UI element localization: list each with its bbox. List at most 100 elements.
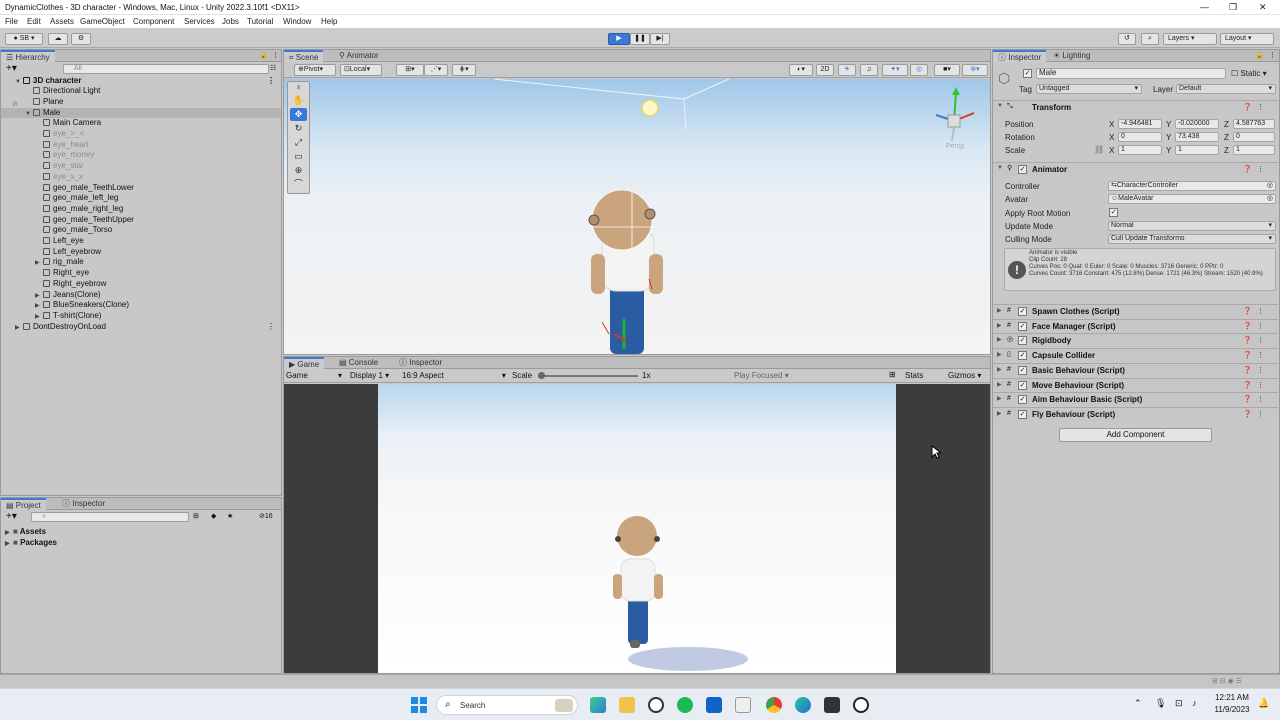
component-menu-icon[interactable]: ⋮ — [1257, 381, 1264, 389]
component-enabled-checkbox[interactable]: ✓ — [1018, 336, 1027, 346]
position-z-field[interactable]: 4.587763 — [1233, 119, 1275, 129]
layer-dropdown[interactable]: Default ▾ — [1176, 84, 1276, 94]
position-x-field[interactable]: -4.946481 — [1118, 119, 1162, 129]
stats-button[interactable]: Stats — [905, 371, 923, 380]
menu-assets[interactable]: Assets — [50, 17, 74, 26]
hierarchy-item[interactable]: geo_male_right_leg — [1, 204, 281, 215]
aspect-dropdown[interactable]: 16:9 Aspect ▾ — [402, 371, 506, 380]
help-icon[interactable]: ❓ — [1243, 410, 1252, 418]
taskbar-time[interactable]: 12:21 AM — [1210, 693, 1254, 702]
sun-icon[interactable] — [641, 99, 659, 117]
hierarchy-item[interactable]: ▶ Jeans(Clone) — [1, 290, 281, 301]
unity-icon[interactable] — [824, 697, 840, 713]
volume-icon[interactable]: ♪ — [1192, 698, 1197, 708]
component-header[interactable]: ▶ ◎ ✓ Rigidbody ❓ ⋮ — [993, 333, 1278, 348]
scene-menu-icon[interactable]: ⋮ — [267, 76, 275, 87]
hand-tool-icon[interactable]: ✋ — [290, 94, 307, 107]
tab-hierarchy[interactable]: ☰ Hierarchy — [1, 50, 55, 62]
add-component-button[interactable]: Add Component — [1059, 428, 1212, 442]
pivot-toggle[interactable]: ⊕Pivot▾ — [294, 64, 336, 76]
scene-menu-icon[interactable]: ⋮ — [267, 322, 275, 333]
tab-inspector-bottom[interactable]: ⓘ Inspector — [57, 498, 110, 510]
scene-viewport[interactable]: Persp ≡ ✋ ✥ ↻ ⤢ ▭ ⊕ ⌒ — [284, 79, 990, 354]
static-toggle[interactable]: ☐ Static ▾ — [1231, 69, 1267, 78]
help-icon[interactable]: ❓ — [1243, 366, 1252, 374]
tab-scene[interactable]: ⌗ Scene — [284, 50, 324, 62]
hierarchy-item[interactable]: Directional Light — [1, 86, 281, 97]
tag-dropdown[interactable]: Untagged ▾ — [1036, 84, 1142, 94]
photos-icon[interactable] — [735, 697, 751, 713]
fold-arrow-icon[interactable]: ▶ — [997, 366, 1002, 373]
folder-assets[interactable]: ▶ ■ Assets — [5, 527, 46, 538]
display-dropdown[interactable]: Display 1 ▾ — [350, 371, 389, 380]
tab-inspector-game[interactable]: ⓘ Inspector — [394, 357, 447, 369]
rotation-x-field[interactable]: 0 — [1118, 132, 1162, 142]
fold-arrow-icon[interactable]: ▼ — [997, 103, 1003, 109]
gizmos-icon[interactable]: ⊛▾ — [962, 64, 988, 76]
gizmos-dropdown[interactable]: Gizmos ▾ — [948, 371, 981, 380]
hierarchy-item[interactable]: geo_male_left_leg — [1, 193, 281, 204]
menu-window[interactable]: Window — [283, 17, 311, 26]
scale-tool-icon[interactable]: ⤢ — [290, 136, 307, 149]
component-header[interactable]: ▶ # ✓ Spawn Clothes (Script) ❓ ⋮ — [993, 304, 1278, 318]
fold-arrow-icon[interactable]: ▶ — [997, 395, 1002, 402]
hierarchy-item[interactable]: eye_star — [1, 161, 281, 172]
add-icon[interactable]: +▾ — [6, 63, 17, 74]
scale-z-field[interactable]: 1 — [1233, 145, 1275, 155]
rect-tool-icon[interactable]: ▭ — [290, 150, 307, 163]
taskbar-date[interactable]: 11/9/2023 — [1210, 705, 1254, 714]
fold-arrow-icon[interactable]: ▶ — [997, 381, 1002, 388]
notification-bell-icon[interactable]: 🔔 — [1258, 698, 1269, 709]
add-asset-icon[interactable]: +▾ — [6, 511, 17, 522]
rotate-tool-icon[interactable]: ↻ — [290, 122, 307, 135]
visibility-icon[interactable]: ⊘ — [12, 100, 18, 108]
windows-start-icon[interactable] — [411, 697, 427, 713]
hierarchy-item[interactable]: eye_money — [1, 150, 281, 161]
rotation-y-field[interactable]: 73.438 — [1175, 132, 1219, 142]
hierarchy-item[interactable]: ▼ Male — [1, 107, 281, 119]
shading-mode-icon[interactable]: ◐▾ — [789, 64, 813, 76]
controller-field[interactable]: ⇆CharacterController ◎ — [1108, 181, 1276, 191]
tab-game[interactable]: ▶ Game — [284, 357, 325, 369]
expand-arrow-icon[interactable]: ▶ — [15, 323, 23, 334]
grid-icon[interactable]: ⋕▾ — [452, 64, 476, 76]
menu-gameobject[interactable]: GameObject — [80, 17, 125, 26]
lighting-icon[interactable]: ☀ — [838, 64, 856, 76]
update-mode-dropdown[interactable]: Normal ▾ — [1108, 221, 1276, 231]
search-icon[interactable]: ⌕ — [1141, 33, 1159, 45]
help-icon[interactable]: ❓ — [1243, 322, 1252, 330]
layout-dropdown[interactable]: Layout ▾ — [1220, 33, 1274, 45]
audio-icon[interactable]: ♫ — [860, 64, 878, 76]
hierarchy-item[interactable]: ▶ BlueSneakers(Clone) — [1, 300, 281, 311]
move-tool-icon[interactable]: ✥ — [290, 108, 307, 121]
hierarchy-item[interactable]: ▶ DontDestroyOnLoad ⋮ — [1, 322, 281, 333]
scale-slider-track[interactable] — [538, 372, 638, 379]
component-menu-icon[interactable]: ⋮ — [1257, 336, 1264, 344]
app-icon[interactable] — [648, 697, 664, 713]
search-by-label-icon[interactable]: ◆ — [211, 512, 216, 520]
help-icon[interactable]: ❓ — [1243, 381, 1252, 389]
constrain-proportions-icon[interactable]: ⛓ — [1094, 145, 1104, 154]
hierarchy-search-input[interactable]: All — [63, 64, 269, 74]
toggle-2d-button[interactable]: 2D — [816, 64, 834, 76]
help-icon[interactable]: ❓ — [1243, 395, 1252, 403]
account-button[interactable]: ● SB ▾ — [5, 33, 43, 45]
hierarchy-item[interactable]: geo_male_Torso — [1, 225, 281, 236]
animator-header[interactable]: ▼ ⚲ ✓ Animator ❓ ⋮ — [993, 162, 1278, 176]
scale-slider-thumb[interactable] — [538, 372, 545, 379]
help-icon[interactable]: ❓ — [1243, 307, 1252, 315]
game-viewport[interactable] — [378, 384, 896, 673]
component-menu-icon[interactable]: ⋮ — [1257, 366, 1264, 374]
component-menu-icon[interactable]: ⋮ — [1257, 165, 1264, 173]
inspector-more-icon[interactable]: ⋮ — [1269, 51, 1276, 59]
grid-snap-icon[interactable]: ⊞▾ — [396, 64, 424, 76]
component-enabled-checkbox[interactable]: ✓ — [1018, 380, 1027, 390]
component-menu-icon[interactable]: ⋮ — [1257, 307, 1264, 315]
active-checkbox[interactable]: ✓ — [1023, 69, 1032, 78]
component-menu-icon[interactable]: ⋮ — [1257, 103, 1264, 111]
maximize-icon[interactable]: ❐ — [1229, 2, 1237, 13]
hierarchy-item[interactable]: Left_eyebrow — [1, 247, 281, 258]
scale-x-field[interactable]: 1 — [1118, 145, 1162, 155]
cloud-icon[interactable]: ☁ — [48, 33, 68, 45]
chat-icon[interactable] — [677, 697, 693, 713]
